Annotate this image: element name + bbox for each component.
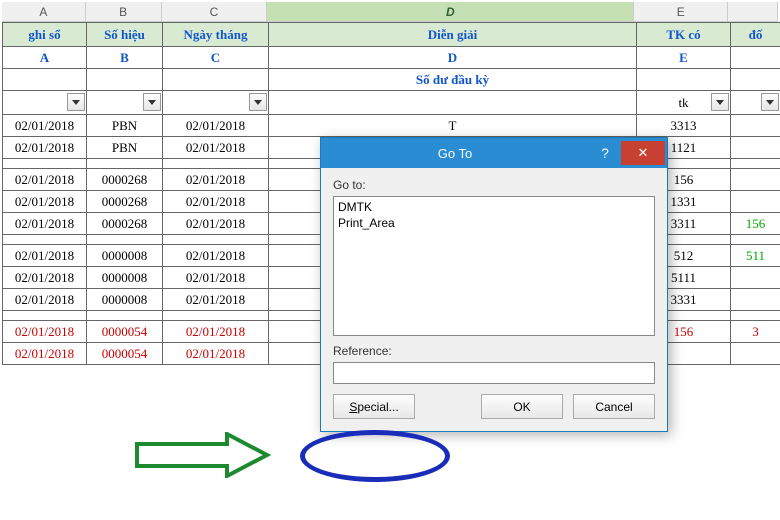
list-item[interactable]: Print_Area [338, 215, 650, 231]
cell[interactable] [731, 191, 780, 213]
hdr-tk-co[interactable]: TK có [637, 23, 731, 47]
cell[interactable]: 02/01/2018 [163, 267, 269, 289]
cell[interactable]: 02/01/2018 [163, 137, 269, 159]
cell[interactable]: 02/01/2018 [163, 343, 269, 365]
filter-dropdown-icon[interactable] [711, 93, 729, 111]
subheader-text[interactable]: Số dư đầu kỳ [269, 69, 637, 91]
col-letter-d[interactable]: D [267, 2, 634, 21]
filter-dropdown-icon[interactable] [761, 93, 779, 111]
col-letter-e[interactable]: E [634, 2, 728, 21]
cell[interactable] [731, 343, 780, 365]
cell[interactable]: 0000054 [87, 321, 163, 343]
filter-a[interactable] [3, 91, 87, 115]
filter-d[interactable] [269, 91, 637, 115]
column-letter-bar: A B C D E [2, 2, 778, 22]
col-letter-b[interactable]: B [86, 2, 162, 21]
cell[interactable] [731, 169, 780, 191]
cell[interactable]: 02/01/2018 [163, 321, 269, 343]
subheader-row: Số dư đầu kỳ [3, 69, 780, 91]
cell[interactable]: 02/01/2018 [3, 137, 87, 159]
cell[interactable]: 0000008 [87, 289, 163, 311]
help-icon[interactable]: ? [589, 145, 621, 161]
col-letter-c[interactable]: C [162, 2, 268, 21]
cell[interactable]: 02/01/2018 [3, 289, 87, 311]
goto-label: Go to: [333, 178, 655, 192]
cell[interactable]: T [269, 115, 637, 137]
cell[interactable]: 02/01/2018 [3, 321, 87, 343]
dialog-titlebar[interactable]: Go To ? ✕ [321, 138, 667, 168]
cell[interactable]: 511 [731, 245, 780, 267]
dialog-title: Go To [321, 146, 589, 161]
reference-input[interactable] [333, 362, 655, 384]
cell[interactable]: 0000008 [87, 245, 163, 267]
cell[interactable]: 02/01/2018 [3, 267, 87, 289]
hdr2-b[interactable]: B [87, 47, 163, 69]
special-button[interactable]: Special... [333, 394, 415, 419]
filter-dropdown-icon[interactable] [143, 93, 161, 111]
filter-dropdown-icon[interactable] [67, 93, 85, 111]
filter-tk-label: tk [678, 95, 688, 110]
filter-dropdown-icon[interactable] [249, 93, 267, 111]
cell[interactable]: 02/01/2018 [163, 213, 269, 235]
cell[interactable] [731, 267, 780, 289]
cell[interactable]: PBN [87, 115, 163, 137]
hdr2-e[interactable]: E [637, 47, 731, 69]
filter-e[interactable]: tk [637, 91, 731, 115]
cell[interactable]: 02/01/2018 [3, 169, 87, 191]
filter-f[interactable] [731, 91, 780, 115]
cell[interactable]: 02/01/2018 [163, 169, 269, 191]
cell[interactable] [731, 115, 780, 137]
cell[interactable]: 3 [731, 321, 780, 343]
table-row: 02/01/2018PBN02/01/2018T3313 [3, 115, 780, 137]
cell[interactable]: 02/01/2018 [163, 289, 269, 311]
cell[interactable]: 0000268 [87, 213, 163, 235]
cell[interactable]: 02/01/2018 [3, 213, 87, 235]
dialog-body: Go to: DMTK Print_Area Reference: Specia… [321, 168, 667, 431]
cell[interactable]: 02/01/2018 [163, 115, 269, 137]
cell[interactable]: 02/01/2018 [163, 245, 269, 267]
hdr-ngay-thang[interactable]: Ngày tháng [163, 23, 269, 47]
header-row-1: ghi sổ Số hiệu Ngày tháng Diễn giải TK c… [3, 23, 780, 47]
hdr-ghi-so[interactable]: ghi sổ [3, 23, 87, 47]
list-item[interactable]: DMTK [338, 199, 650, 215]
hdr-so-hieu[interactable]: Số hiệu [87, 23, 163, 47]
filter-c[interactable] [163, 91, 269, 115]
filter-row: tk [3, 91, 780, 115]
close-icon[interactable]: ✕ [621, 141, 665, 165]
cell[interactable] [731, 289, 780, 311]
cell[interactable]: 02/01/2018 [3, 191, 87, 213]
ok-button[interactable]: OK [481, 394, 563, 419]
goto-listbox[interactable]: DMTK Print_Area [333, 196, 655, 336]
goto-dialog: Go To ? ✕ Go to: DMTK Print_Area Referen… [320, 137, 668, 432]
cancel-button[interactable]: Cancel [573, 394, 655, 419]
annotation-ellipse [300, 430, 450, 482]
filter-b[interactable] [87, 91, 163, 115]
hdr-dien-giai[interactable]: Diễn giải [269, 23, 637, 47]
cell[interactable]: 0000268 [87, 169, 163, 191]
cell[interactable]: PBN [87, 137, 163, 159]
cell[interactable]: 0000054 [87, 343, 163, 365]
cell[interactable]: 0000268 [87, 191, 163, 213]
col-letter-f[interactable] [728, 2, 778, 21]
cell[interactable]: 02/01/2018 [3, 343, 87, 365]
cell[interactable]: 02/01/2018 [163, 191, 269, 213]
col-letter-a[interactable]: A [2, 2, 86, 21]
cell[interactable]: 3313 [637, 115, 731, 137]
hdr2-a[interactable]: A [3, 47, 87, 69]
dialog-button-row: Special... OK Cancel [333, 394, 655, 419]
hdr2-c[interactable]: C [163, 47, 269, 69]
cell[interactable]: 0000008 [87, 267, 163, 289]
hdr2-f[interactable] [731, 47, 780, 69]
cell[interactable]: 02/01/2018 [3, 245, 87, 267]
hdr-do[interactable]: đố [731, 23, 780, 47]
cell[interactable] [731, 137, 780, 159]
header-row-2: A B C D E [3, 47, 780, 69]
reference-label: Reference: [333, 344, 655, 358]
annotation-arrow [132, 432, 272, 478]
hdr2-d[interactable]: D [269, 47, 637, 69]
cell[interactable]: 156 [731, 213, 780, 235]
cell[interactable]: 02/01/2018 [3, 115, 87, 137]
